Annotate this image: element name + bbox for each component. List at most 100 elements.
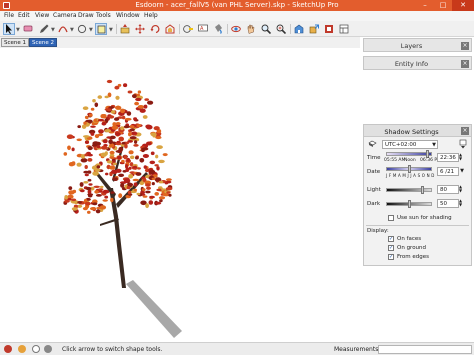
chevron-down-icon[interactable]: ▼ — [109, 27, 113, 33]
rectangle-icon[interactable] — [95, 23, 107, 35]
time-stepper[interactable]: ▲ ▼ — [459, 153, 465, 162]
model-viewport[interactable] — [0, 48, 360, 342]
share-model-icon[interactable] — [308, 23, 320, 35]
light-stepper[interactable]: ▲ ▼ — [459, 185, 465, 194]
menu-file[interactable]: File — [4, 12, 14, 19]
close-icon[interactable]: × — [461, 127, 469, 135]
warehouse-icon[interactable] — [293, 23, 305, 35]
leaf — [149, 195, 155, 199]
dark-slider[interactable] — [386, 200, 432, 208]
measurements-input[interactable] — [378, 345, 472, 354]
close-icon[interactable]: × — [461, 42, 469, 50]
menu-camera[interactable]: Camera — [53, 12, 77, 19]
leaf — [87, 193, 93, 198]
leaf — [63, 200, 70, 203]
entity-info-panel-header[interactable]: Entity Info × — [363, 56, 472, 70]
extension-warehouse-icon[interactable] — [323, 23, 335, 35]
offset-icon[interactable] — [164, 23, 176, 35]
leaf — [83, 121, 87, 125]
leaf — [94, 102, 99, 108]
help-icon[interactable] — [44, 345, 52, 353]
tab-scene-2[interactable]: Scene 2 — [29, 38, 58, 47]
leaf — [71, 161, 76, 166]
push-pull-icon[interactable] — [119, 23, 131, 35]
maximize-button[interactable]: □ — [434, 0, 452, 11]
paint-bucket-icon[interactable] — [212, 23, 224, 35]
leaf — [141, 147, 145, 153]
select-arrow-icon[interactable] — [3, 23, 15, 35]
close-icon[interactable]: × — [461, 60, 469, 68]
date-input[interactable]: 6 /21 — [437, 167, 459, 176]
leaf — [156, 166, 160, 171]
on-ground-checkbox[interactable]: ✓ — [388, 245, 394, 251]
chevron-down-icon[interactable]: ▼ — [51, 27, 55, 33]
text-icon[interactable]: A — [197, 23, 209, 35]
leaf — [118, 193, 123, 199]
zoom-extents-icon[interactable] — [275, 23, 287, 35]
details-toggle-icon[interactable] — [459, 139, 467, 149]
dark-slider-thumb[interactable] — [408, 200, 411, 208]
chevron-down-icon[interactable]: ▼ — [70, 27, 74, 33]
user-icon[interactable] — [32, 345, 40, 353]
leaf — [90, 132, 95, 136]
from-edges-checkbox[interactable]: ✓ — [388, 254, 394, 260]
credits-icon[interactable] — [18, 345, 26, 353]
date-slider-thumb[interactable] — [408, 165, 411, 173]
date-slider[interactable] — [386, 165, 432, 173]
leaf — [164, 182, 169, 185]
layout-icon[interactable] — [338, 23, 350, 35]
menu-window[interactable]: Window — [116, 12, 140, 19]
use-sun-checkbox[interactable] — [388, 215, 394, 221]
dark-input[interactable]: 50 — [437, 199, 459, 208]
orbit-icon[interactable] — [230, 23, 242, 35]
shape-icon[interactable] — [76, 23, 88, 35]
arc-icon[interactable] — [57, 23, 69, 35]
menu-help[interactable]: Help — [144, 12, 158, 19]
leaf — [143, 165, 147, 169]
rotate-icon[interactable] — [149, 23, 161, 35]
light-input[interactable]: 80 — [437, 185, 459, 194]
time-slider-thumb[interactable] — [426, 150, 429, 158]
leaf — [87, 210, 91, 214]
shadow-toggle-icon[interactable] — [368, 140, 377, 148]
leaf — [68, 186, 73, 191]
panel-divider — [366, 225, 469, 226]
leaf — [114, 85, 120, 90]
light-slider-thumb[interactable] — [421, 186, 424, 194]
on-faces-checkbox[interactable]: ✓ — [388, 236, 394, 242]
timezone-select[interactable]: UTC+02:00 ▼ — [382, 140, 438, 149]
zoom-icon[interactable] — [260, 23, 272, 35]
layers-panel-header[interactable]: Layers × — [363, 38, 472, 52]
calendar-dropdown[interactable]: ▼ — [459, 167, 465, 176]
leaf — [111, 125, 119, 130]
from-edges-label: From edges — [397, 254, 429, 260]
pencil-icon[interactable] — [38, 23, 50, 35]
time-label: Time — [367, 155, 381, 161]
move-icon[interactable] — [134, 23, 146, 35]
time-noon-label: Noon — [404, 158, 416, 163]
shadow-settings-header[interactable]: Shadow Settings × — [364, 125, 471, 137]
leaf — [126, 111, 132, 116]
minimize-button[interactable]: – — [416, 0, 434, 11]
tape-measure-icon[interactable] — [182, 23, 194, 35]
leaf — [81, 124, 87, 129]
menu-draw[interactable]: Draw — [78, 12, 94, 19]
pan-hand-icon[interactable] — [245, 23, 257, 35]
light-slider[interactable] — [386, 186, 432, 194]
leaf — [114, 105, 122, 110]
shadow-settings-panel: Shadow Settings × UTC+02:00 ▼ Time 05:55… — [363, 124, 472, 266]
geo-location-icon[interactable] — [4, 345, 12, 353]
tab-scene-1[interactable]: Scene 1 — [1, 38, 30, 47]
menu-view[interactable]: View — [35, 12, 49, 19]
chevron-down-icon[interactable]: ▼ — [89, 27, 93, 33]
dark-stepper[interactable]: ▲ ▼ — [459, 199, 465, 208]
leaf — [145, 183, 151, 187]
time-input[interactable]: 22:36 — [437, 153, 459, 162]
chevron-down-icon[interactable]: ▼ — [16, 27, 20, 33]
leaf — [118, 136, 124, 142]
eraser-icon[interactable] — [22, 23, 34, 35]
menu-tools[interactable]: Tools — [96, 12, 111, 19]
menu-edit[interactable]: Edit — [18, 12, 30, 19]
time-slider[interactable] — [386, 150, 432, 158]
close-button[interactable]: ✕ — [452, 0, 474, 11]
